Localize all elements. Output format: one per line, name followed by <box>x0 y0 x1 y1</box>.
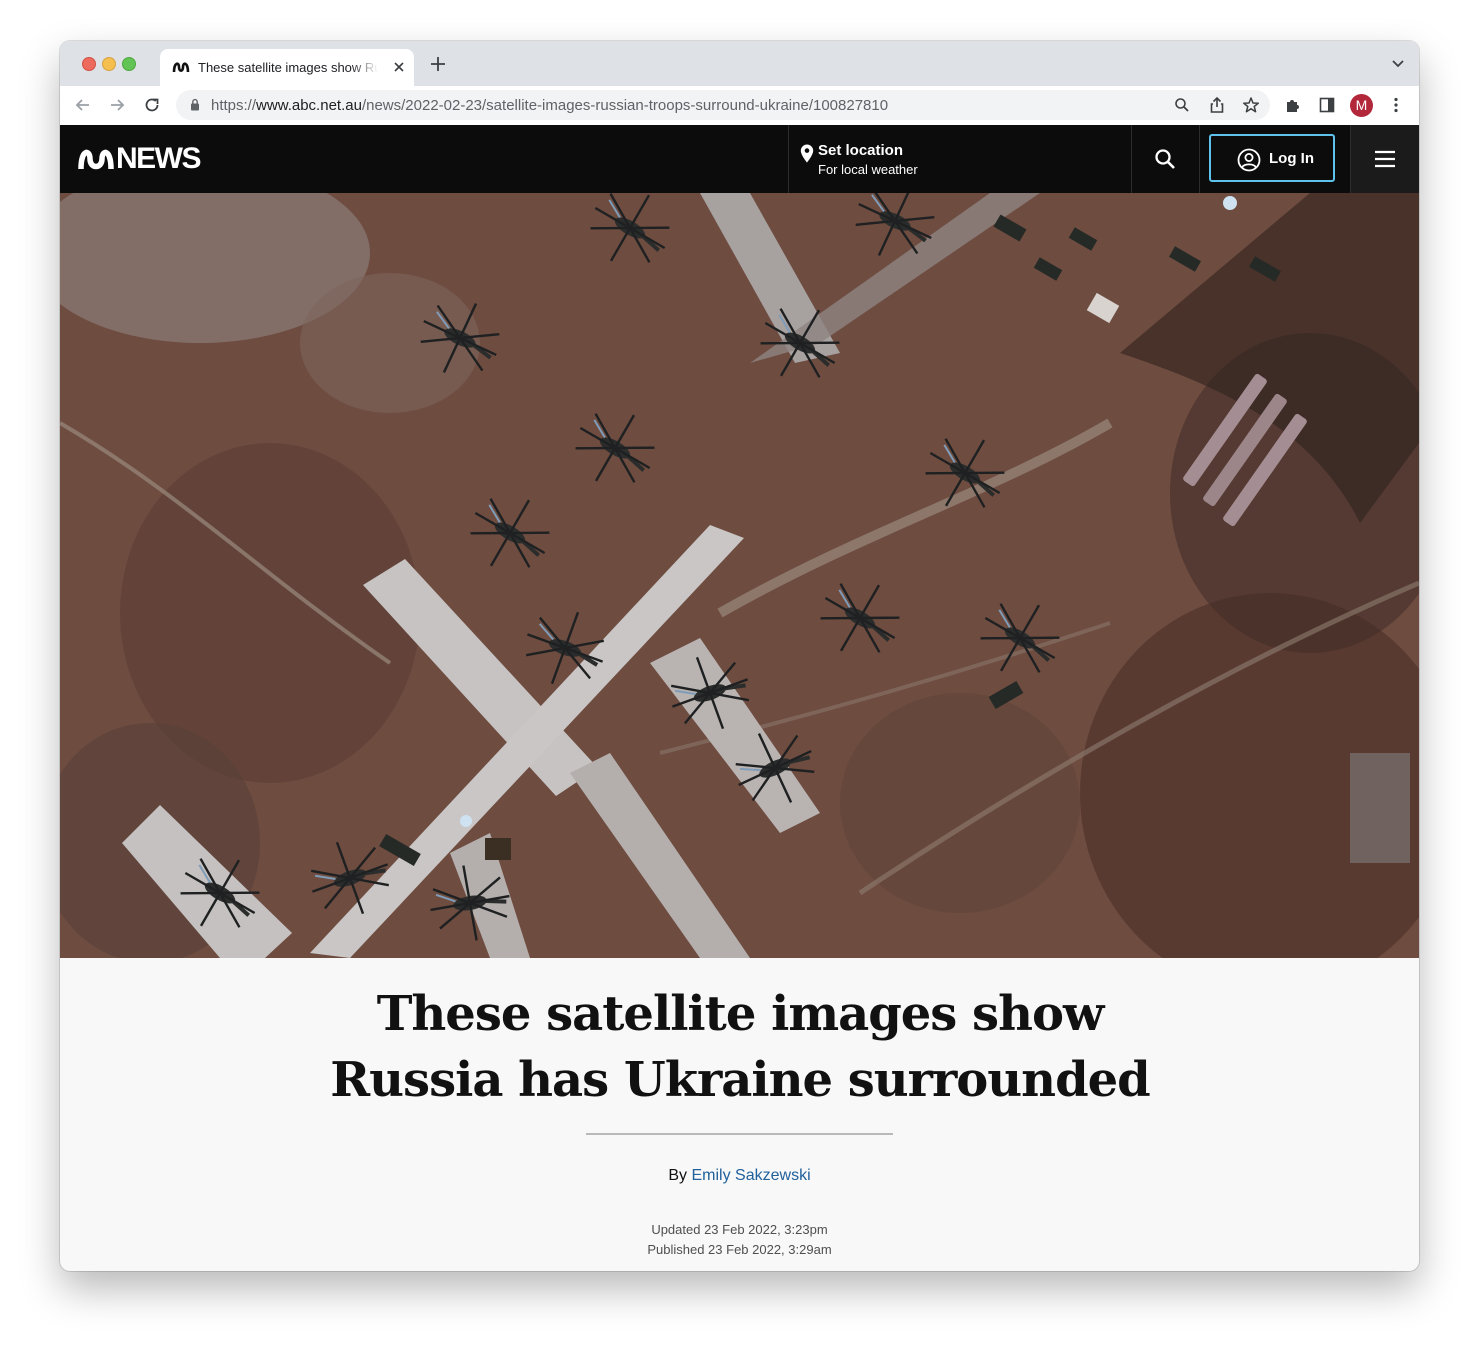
zoom-window-button[interactable] <box>122 57 136 71</box>
article-dates: Updated 23 Feb 2022, 3:23pm Published 23… <box>60 1220 1419 1260</box>
article-headline: These satellite images show Russia has Uk… <box>330 986 1150 1108</box>
tab-strip: These satellite images show Russia has U… <box>60 41 1419 86</box>
headline-divider <box>586 1133 893 1135</box>
lock-icon[interactable] <box>190 98 200 111</box>
satellite-image <box>60 193 1419 958</box>
forward-arrow-icon[interactable] <box>107 95 127 115</box>
abc-news-logo[interactable]: NEWS <box>78 142 202 175</box>
login-label: Log In <box>1269 150 1314 167</box>
published-date: Published 23 Feb 2022, 3:29am <box>647 1242 832 1257</box>
back-arrow-icon[interactable] <box>73 95 93 115</box>
abc-logo-icon <box>78 149 114 170</box>
hero-satellite-image <box>60 193 1419 958</box>
reload-icon[interactable] <box>142 95 162 115</box>
plus-icon[interactable] <box>429 55 447 73</box>
share-icon[interactable] <box>1208 96 1226 114</box>
site-header: NEWS Set location For local weather Log … <box>60 125 1419 193</box>
star-icon[interactable] <box>1242 96 1260 114</box>
kebab-menu-icon[interactable] <box>1387 96 1405 114</box>
user-circle-icon <box>1237 148 1261 172</box>
address-bar[interactable]: https://www.abc.net.au/news/2022-02-23/s… <box>176 90 1270 120</box>
byline: By Emily Sakzewski <box>668 1167 811 1184</box>
location-subtitle: For local weather <box>818 162 918 177</box>
sidepanel-icon[interactable] <box>1318 96 1336 114</box>
zoom-icon[interactable] <box>1173 96 1191 114</box>
url-text: https://www.abc.net.au/news/2022-02-23/s… <box>211 97 889 114</box>
close-icon[interactable] <box>390 58 408 76</box>
location-pin-icon <box>800 144 814 163</box>
extensions-icon[interactable] <box>1284 96 1302 114</box>
search-icon <box>1155 149 1175 169</box>
minimize-window-button[interactable] <box>102 57 116 71</box>
author-link[interactable]: Emily Sakzewski <box>691 1167 810 1184</box>
updated-date: Updated 23 Feb 2022, 3:23pm <box>651 1222 828 1237</box>
tab-title: These satellite images show Russia has U… <box>198 60 378 75</box>
search-button[interactable] <box>1131 125 1200 193</box>
browser-window: These satellite images show Russia has U… <box>60 41 1419 1271</box>
abc-logo-icon <box>172 62 190 73</box>
set-location-button[interactable]: Set location For local weather <box>788 125 1132 193</box>
close-window-button[interactable] <box>82 57 96 71</box>
location-title: Set location <box>818 142 904 159</box>
logo-text: NEWS <box>116 142 202 175</box>
hamburger-icon <box>1375 150 1395 168</box>
browser-toolbar: https://www.abc.net.au/news/2022-02-23/s… <box>60 86 1419 126</box>
active-tab[interactable]: These satellite images show Russia has U… <box>160 49 414 86</box>
login-button[interactable]: Log In <box>1209 134 1335 182</box>
chevron-down-icon[interactable] <box>1391 58 1405 70</box>
main-menu-button[interactable] <box>1350 125 1419 193</box>
profile-avatar[interactable]: M <box>1350 94 1373 117</box>
